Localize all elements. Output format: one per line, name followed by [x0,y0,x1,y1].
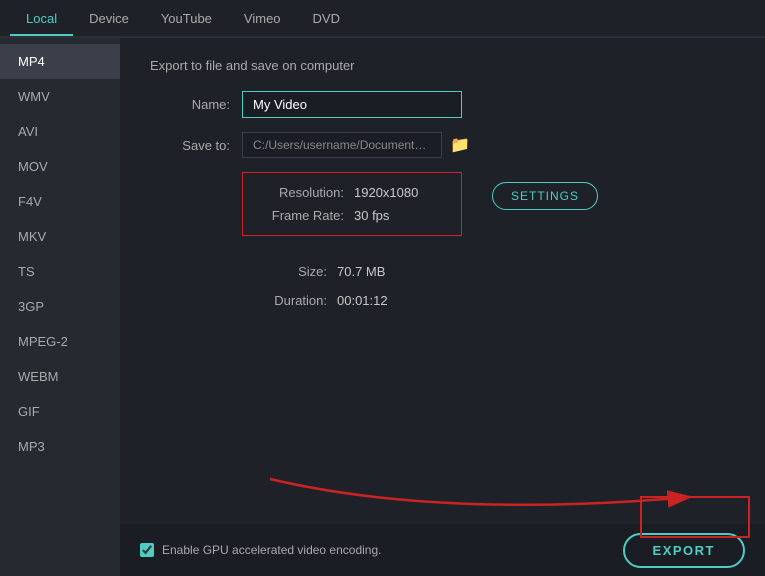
info-box: Resolution: 1920x1080 Frame Rate: 30 fps [242,172,462,236]
duration-value: 00:01:12 [337,293,388,308]
format-sidebar: MP4 WMV AVI MOV F4V MKV TS 3GP MPEG-2 WE… [0,38,120,576]
annotation-arrow [240,469,740,524]
name-row: Name: [150,91,735,118]
sidebar-item-mp3[interactable]: MP3 [0,429,120,464]
sidebar-item-f4v[interactable]: F4V [0,184,120,219]
frame-rate-row: Frame Rate: 30 fps [259,208,445,223]
tab-dvd[interactable]: DVD [297,3,356,34]
sidebar-item-3gp[interactable]: 3GP [0,289,120,324]
export-button[interactable]: EXPORT [623,533,745,568]
export-content: Export to file and save on computer Name… [120,38,765,576]
gpu-label: Enable GPU accelerated video encoding. [162,543,381,557]
size-row: Size: 70.7 MB [242,264,735,279]
tab-youtube[interactable]: YouTube [145,3,228,34]
duration-row: Duration: 00:01:12 [242,293,735,308]
tab-local[interactable]: Local [10,3,73,34]
resolution-value: 1920x1080 [354,185,418,200]
sidebar-item-mov[interactable]: MOV [0,149,120,184]
sidebar-item-mp4[interactable]: MP4 [0,44,120,79]
gpu-checkbox[interactable] [140,543,154,557]
main-layout: MP4 WMV AVI MOV F4V MKV TS 3GP MPEG-2 WE… [0,38,765,576]
name-label: Name: [150,97,230,112]
size-label: Size: [242,264,327,279]
save-to-row: Save to: C:/Users/username/Documents/...… [150,132,735,158]
settings-button[interactable]: SETTINGS [492,182,598,210]
section-title: Export to file and save on computer [150,58,735,73]
save-to-path: C:/Users/username/Documents/... [242,132,442,158]
tab-device[interactable]: Device [73,3,145,34]
sidebar-item-wmv[interactable]: WMV [0,79,120,114]
top-navigation: Local Device YouTube Vimeo DVD [0,0,765,38]
bottom-bar: Enable GPU accelerated video encoding. E… [120,524,765,576]
sidebar-item-mkv[interactable]: MKV [0,219,120,254]
sidebar-item-ts[interactable]: TS [0,254,120,289]
duration-label: Duration: [242,293,327,308]
resolution-row: Resolution: 1920x1080 [259,185,445,200]
frame-rate-value: 30 fps [354,208,389,223]
tab-vimeo[interactable]: Vimeo [228,3,297,34]
frame-rate-label: Frame Rate: [259,208,344,223]
resolution-label: Resolution: [259,185,344,200]
name-input[interactable] [242,91,462,118]
save-to-label: Save to: [150,138,230,153]
sidebar-item-webm[interactable]: WEBM [0,359,120,394]
folder-icon[interactable]: 📁 [450,135,470,155]
sidebar-item-gif[interactable]: GIF [0,394,120,429]
sidebar-item-avi[interactable]: AVI [0,114,120,149]
gpu-checkbox-area: Enable GPU accelerated video encoding. [140,543,381,557]
size-value: 70.7 MB [337,264,385,279]
sidebar-item-mpeg2[interactable]: MPEG-2 [0,324,120,359]
